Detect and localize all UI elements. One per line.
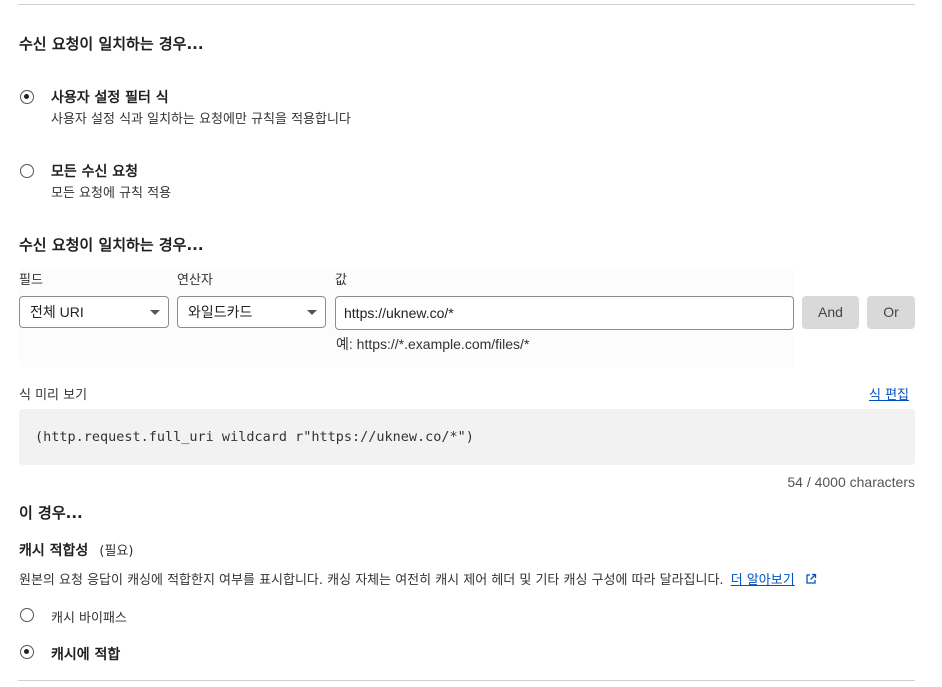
all-requests-label: 모든 수신 요청: [51, 164, 139, 180]
field-select[interactable]: 전체 URI: [19, 296, 169, 328]
learn-more-link[interactable]: 더 알아보기: [731, 573, 795, 588]
then-section-title: 이 경우...: [19, 504, 83, 522]
expression-preview-box: (http.request.full_uri wildcard r"https:…: [19, 409, 915, 465]
field-select-value: 전체 URI: [30, 304, 84, 320]
and-button[interactable]: And: [802, 296, 859, 329]
radio-cache-eligible[interactable]: [20, 645, 34, 659]
external-link-icon[interactable]: [805, 573, 817, 585]
operator-select[interactable]: 와일드카드: [177, 296, 326, 328]
top-divider: [18, 4, 915, 5]
value-input[interactable]: https://uknew.co/*: [335, 296, 794, 330]
cache-eligible-label: 캐시에 적합: [51, 647, 121, 663]
expression-preview-label: 식 미리 보기: [19, 388, 88, 403]
operator-label: 연산자: [177, 273, 213, 288]
chevron-down-icon: [150, 310, 160, 315]
custom-filter-label: 사용자 설정 필터 식: [51, 90, 169, 106]
edit-expression-link[interactable]: 식 편집: [869, 384, 909, 403]
value-example-hint: 예: https://*.example.com/files/*: [336, 336, 530, 352]
section-title-request-match: 수신 요청이 일치하는 경우...: [19, 35, 204, 53]
cache-eligibility-description: 원본의 요청 응답이 캐싱에 적합한지 여부를 표시합니다. 캐싱 자체는 여전…: [19, 569, 817, 588]
custom-filter-description: 사용자 설정 식과 일치하는 요청에만 규칙을 적용합니다: [51, 112, 351, 127]
cache-eligibility-heading: 캐시 적합성 (필요): [19, 540, 133, 560]
bottom-divider: [18, 680, 915, 681]
cache-description-text: 원본의 요청 응답이 캐싱에 적합한지 여부를 표시합니다. 캐싱 자체는 여전…: [19, 573, 724, 588]
section-title-expression: 수신 요청이 일치하는 경우...: [19, 236, 204, 254]
all-requests-description: 모든 요청에 규칙 적용: [51, 186, 172, 201]
radio-cache-bypass[interactable]: [20, 608, 34, 622]
radio-all-requests[interactable]: [20, 164, 34, 178]
value-label: 값: [335, 273, 347, 288]
radio-custom-filter[interactable]: [20, 90, 34, 104]
chevron-down-icon: [307, 310, 317, 315]
field-label: 필드: [19, 273, 43, 288]
cache-eligibility-title: 캐시 적합성: [19, 543, 89, 559]
required-indicator: (필요): [99, 544, 134, 559]
cache-bypass-label: 캐시 바이패스: [51, 611, 127, 626]
character-count: 54 / 4000 characters: [787, 474, 915, 490]
operator-select-value: 와일드카드: [188, 304, 253, 320]
or-button[interactable]: Or: [867, 296, 915, 329]
expression-preview-text: (http.request.full_uri wildcard r"https:…: [35, 429, 474, 445]
value-input-text: https://uknew.co/*: [344, 305, 454, 321]
